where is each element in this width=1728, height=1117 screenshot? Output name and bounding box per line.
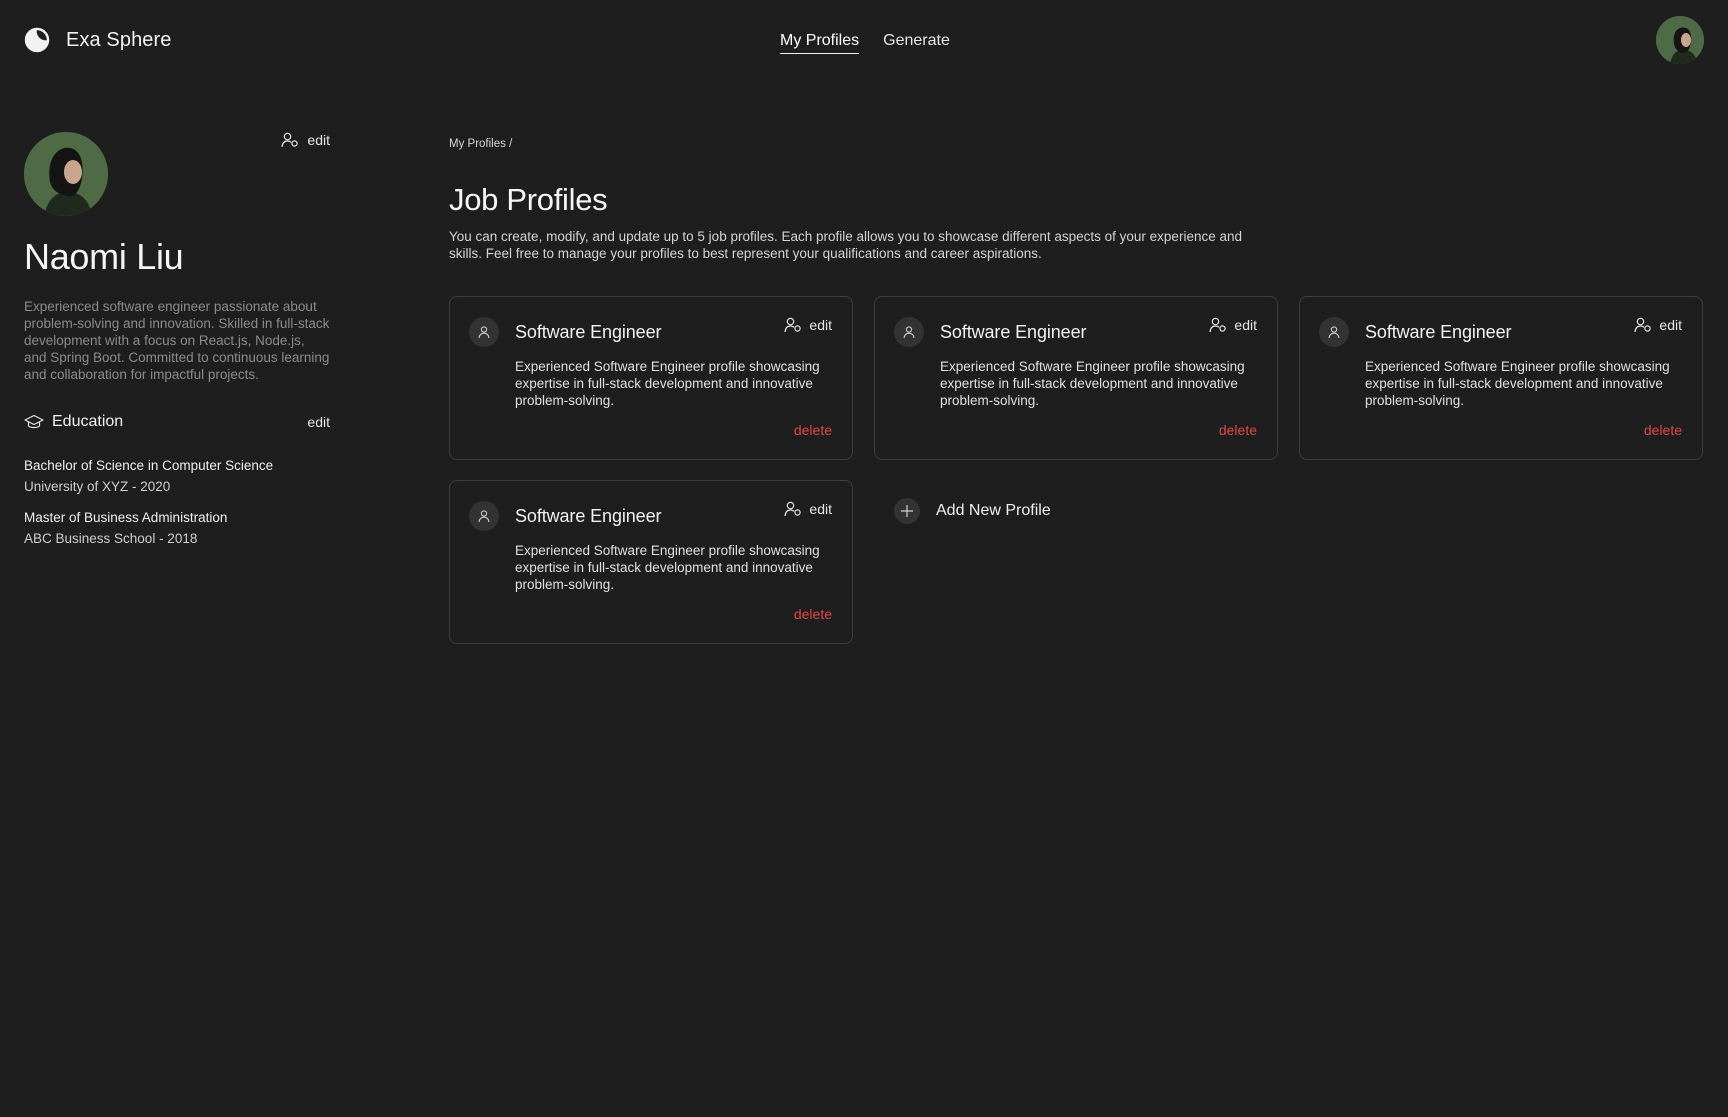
profile-edit-button[interactable]: edit (784, 501, 832, 517)
app-page: Exa Sphere My Profiles Generate edit Nao… (0, 0, 1728, 1117)
profile-edit-label: edit (1659, 317, 1682, 333)
plus-icon-wrap (894, 498, 920, 524)
profile-avatar-placeholder (1319, 317, 1349, 347)
breadcrumb[interactable]: My Profiles / (449, 138, 1704, 150)
education-item: Bachelor of Science in Computer Science … (24, 457, 330, 496)
profile-card-description: Experienced Software Engineer profile sh… (1365, 359, 1670, 408)
profile-delete-button[interactable]: delete (794, 422, 832, 438)
profile-card-description: Experienced Software Engineer profile sh… (940, 359, 1245, 408)
user-icon (478, 510, 490, 523)
education-header: Education edit (24, 413, 330, 431)
profile-avatar-placeholder (469, 317, 499, 347)
page-description: You can create, modify, and update up to… (449, 229, 1242, 261)
profile-avatar-placeholder (469, 501, 499, 531)
user-photo-avatar (1656, 16, 1704, 64)
nav-my-profiles[interactable]: My Profiles (780, 32, 860, 54)
profile-card[interactable]: Software Engineer edit Experienced Softw… (1299, 296, 1703, 460)
edit-education-button[interactable]: edit (307, 414, 330, 430)
profile-edit-label: edit (809, 501, 832, 517)
brand-name: Exa Sphere (66, 28, 172, 51)
user-name: Naomi Liu (24, 236, 184, 277)
profile-card-description: Experienced Software Engineer profile sh… (515, 543, 820, 592)
profile-cards-grid: Software Engineer edit Experienced Softw… (449, 296, 1704, 646)
profile-avatar-placeholder (894, 317, 924, 347)
profile-delete-button[interactable]: delete (1219, 422, 1257, 438)
user-bio: Experienced software engineer passionate… (24, 299, 330, 382)
profile-edit-button[interactable]: edit (784, 317, 832, 333)
profile-card[interactable]: Software Engineer edit Experienced Softw… (874, 296, 1278, 460)
user-edit-icon (281, 132, 299, 148)
education-school: ABC Business School - 2018 (24, 531, 198, 546)
profile-card[interactable]: Software Engineer edit Experienced Softw… (449, 480, 853, 644)
plus-icon (901, 505, 913, 517)
profile-sidebar: edit Naomi Liu Experienced software engi… (24, 132, 330, 561)
profile-delete-button[interactable]: delete (1644, 422, 1682, 438)
profile-edit-label: edit (809, 317, 832, 333)
profile-card-title: Software Engineer (940, 322, 1087, 342)
main-content: My Profiles / Job Profiles You can creat… (449, 138, 1704, 644)
profile-edit-button[interactable]: edit (1209, 317, 1257, 333)
user-photo-avatar (24, 132, 108, 216)
profile-delete-button[interactable]: delete (794, 606, 832, 622)
profile-card-description: Experienced Software Engineer profile sh… (515, 359, 820, 408)
user-icon (1328, 326, 1340, 339)
nav-generate[interactable]: Generate (883, 32, 950, 54)
profile-avatar (24, 132, 108, 216)
top-header: Exa Sphere My Profiles Generate (0, 0, 1728, 84)
profile-card[interactable]: Software Engineer edit Experienced Softw… (449, 296, 853, 460)
education-item: Master of Business Administration ABC Bu… (24, 509, 330, 548)
edit-profile-button[interactable]: edit (281, 132, 330, 148)
profile-card-title: Software Engineer (515, 322, 662, 342)
add-new-profile-button[interactable]: Add New Profile (894, 498, 1051, 524)
education-title-group: Education (24, 413, 123, 431)
brand[interactable]: Exa Sphere (24, 27, 172, 53)
page-title: Job Profiles (449, 182, 608, 217)
profile-card-title: Software Engineer (515, 506, 662, 526)
education-degree: Master of Business Administration (24, 510, 228, 525)
add-new-profile-label: Add New Profile (936, 502, 1051, 519)
edit-profile-label: edit (307, 132, 330, 148)
header-avatar[interactable] (1656, 16, 1704, 64)
profile-edit-label: edit (1234, 317, 1257, 333)
user-edit-icon (1634, 317, 1652, 333)
education-degree: Bachelor of Science in Computer Science (24, 458, 274, 473)
user-edit-icon (784, 317, 802, 333)
profile-edit-button[interactable]: edit (1634, 317, 1682, 333)
user-edit-icon (784, 501, 802, 517)
user-icon (903, 326, 915, 339)
education-school: University of XYZ - 2020 (24, 479, 171, 494)
user-edit-icon (1209, 317, 1227, 333)
user-icon (478, 326, 490, 339)
main-nav: My Profiles Generate (780, 32, 950, 54)
crescent-logo-icon (24, 27, 50, 53)
graduation-cap-icon (24, 414, 44, 429)
education-list: Bachelor of Science in Computer Science … (24, 457, 330, 548)
profile-card-title: Software Engineer (1365, 322, 1512, 342)
education-title: Education (52, 413, 124, 430)
